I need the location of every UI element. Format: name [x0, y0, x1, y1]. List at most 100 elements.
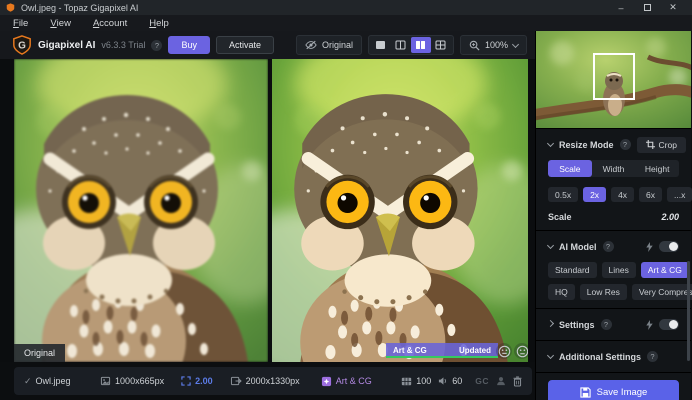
lightning-icon — [646, 241, 653, 252]
show-original-label: Original — [321, 40, 353, 50]
settings-expand-chevron-icon[interactable] — [546, 319, 555, 328]
model-standard[interactable]: Standard — [548, 262, 597, 278]
scale-item: 2.00 — [181, 376, 213, 386]
minimize-button[interactable]: – — [608, 0, 634, 15]
model-row-2: HQ Low Res Very Compressed — [548, 284, 692, 300]
view-mode-group — [367, 35, 454, 55]
resize-collapse-chevron-icon[interactable] — [546, 139, 555, 148]
original-image-panel[interactable]: Original — [14, 59, 268, 362]
person-icon — [497, 377, 505, 386]
remove-image-button[interactable] — [513, 376, 522, 387]
close-button[interactable]: ✕ — [660, 0, 686, 15]
crop-button[interactable]: Crop — [636, 136, 686, 153]
scale-option-4x[interactable]: 4x — [611, 187, 635, 202]
input-image-icon — [100, 376, 111, 386]
buy-button[interactable]: Buy — [168, 36, 210, 54]
resize-mode-title: Resize Mode — [559, 139, 614, 150]
ai-model-section: AI Model ? Standard Lines Art & CG HQ Lo… — [536, 230, 692, 308]
noise-value-label: 100 — [416, 376, 432, 386]
feedback-sad-icon[interactable] — [514, 343, 528, 359]
scale-expand-icon — [181, 376, 191, 386]
scale-option-2x[interactable]: 2x — [583, 187, 607, 202]
filename-label: Owl.jpeg — [35, 376, 71, 386]
scale-option-6x[interactable]: 6x — [639, 187, 663, 202]
save-image-button[interactable]: Save Image — [548, 380, 679, 400]
save-floppy-icon — [580, 386, 591, 398]
model-low-res[interactable]: Low Res — [579, 284, 627, 300]
feedback-happy-icon[interactable] — [496, 343, 512, 359]
status-bar: ✓ Owl.jpeg 1000x665px 2.00 2000x1330px A… — [14, 367, 532, 395]
model-row-1: Standard Lines Art & CG — [548, 262, 689, 278]
save-section: Save Image — [536, 372, 691, 400]
gigapixel-logo-icon: G — [13, 35, 31, 55]
model-very-compressed[interactable]: Very Compressed — [631, 284, 692, 300]
menu-account[interactable]: Account — [82, 15, 138, 31]
trash-icon — [513, 376, 522, 386]
eye-off-icon — [305, 40, 317, 50]
app-icon — [6, 3, 15, 12]
model-lines[interactable]: Lines — [601, 262, 636, 278]
scale-value[interactable]: 2.00 — [661, 212, 679, 222]
maximize-button[interactable] — [634, 0, 660, 15]
additional-settings-help-icon[interactable]: ? — [647, 351, 658, 362]
enhanced-owl-image — [272, 59, 528, 362]
menu-bar: File View Account Help — [0, 15, 692, 31]
split-view-icon[interactable] — [391, 37, 411, 53]
model-art-cg[interactable]: Art & CG — [640, 262, 689, 278]
menu-file[interactable]: File — [2, 15, 39, 31]
quad-view-icon[interactable] — [431, 37, 451, 53]
file-entry[interactable]: ✓ Owl.jpeg — [24, 376, 71, 387]
sidebar-scrollbar[interactable] — [687, 261, 690, 361]
feedback-buttons — [496, 343, 528, 359]
gc-toggle[interactable]: GC — [475, 376, 489, 386]
face-recovery-toggle[interactable] — [496, 376, 506, 386]
additional-settings-chevron-icon[interactable] — [546, 351, 555, 360]
single-view-icon[interactable] — [371, 37, 391, 53]
settings-help-icon[interactable]: ? — [600, 319, 612, 330]
resize-tabs: Scale Width Height — [548, 160, 679, 177]
resize-help-icon[interactable]: ? — [619, 139, 631, 150]
title-bar: Owl.jpeg - Topaz Gigapixel AI – ✕ — [0, 0, 692, 15]
menu-view[interactable]: View — [39, 15, 82, 31]
navigator-thumbnail[interactable] — [536, 31, 691, 128]
overlay-model-label: Art & CG — [393, 346, 427, 355]
settings-section: Settings ? — [536, 308, 691, 340]
ai-model-auto-toggle[interactable] — [659, 241, 679, 252]
ai-model-icon — [321, 376, 331, 386]
deblur-item: 60 — [438, 376, 462, 386]
toggle-knob — [669, 242, 678, 251]
toolbar: G Gigapixel AI v6.3.3 Trial ? Buy Activa… — [0, 31, 535, 59]
model-hq[interactable]: HQ — [548, 284, 575, 300]
zoom-control[interactable]: 100% — [459, 35, 527, 55]
scale-option-05x[interactable]: 0.5x — [548, 187, 579, 202]
activate-button[interactable]: Activate — [215, 36, 274, 54]
deblur-value-label: 60 — [452, 376, 463, 386]
viewport-rectangle[interactable] — [593, 53, 635, 100]
ai-model-collapse-chevron-icon[interactable] — [546, 241, 555, 250]
deblur-speaker-icon — [439, 377, 447, 385]
save-image-label: Save Image — [596, 386, 648, 398]
tab-height[interactable]: Height — [635, 160, 679, 177]
settings-title: Settings — [559, 319, 595, 330]
original-tag: Original — [14, 344, 66, 362]
app-window: Owl.jpeg - Topaz Gigapixel AI – ✕ File V… — [0, 0, 692, 400]
tab-scale[interactable]: Scale — [548, 160, 592, 177]
side-by-side-view-icon[interactable] — [410, 37, 431, 53]
model-item: Art & CG — [321, 376, 372, 387]
zoom-level-label: 100% — [484, 40, 508, 50]
tab-width[interactable]: Width — [592, 160, 636, 177]
settings-auto-toggle[interactable] — [659, 319, 679, 330]
trial-help-icon[interactable]: ? — [151, 39, 163, 51]
ai-model-help-icon[interactable]: ? — [602, 241, 614, 252]
toggle-knob — [669, 320, 678, 329]
output-size-item: 2000x1330px — [230, 376, 300, 386]
menu-help[interactable]: Help — [138, 15, 180, 31]
show-original-button[interactable]: Original — [295, 35, 362, 55]
preview-image-panel[interactable]: Art & CG Updated — [272, 59, 528, 362]
output-image-icon — [230, 376, 242, 386]
status-row: ✓ Owl.jpeg 1000x665px 2.00 2000x1330px A… — [0, 362, 535, 400]
overlay-status-label: Updated — [459, 346, 491, 355]
svg-text:G: G — [18, 41, 26, 52]
crop-label: Crop — [658, 139, 677, 150]
scale-option-custom[interactable]: ...x — [667, 187, 692, 202]
